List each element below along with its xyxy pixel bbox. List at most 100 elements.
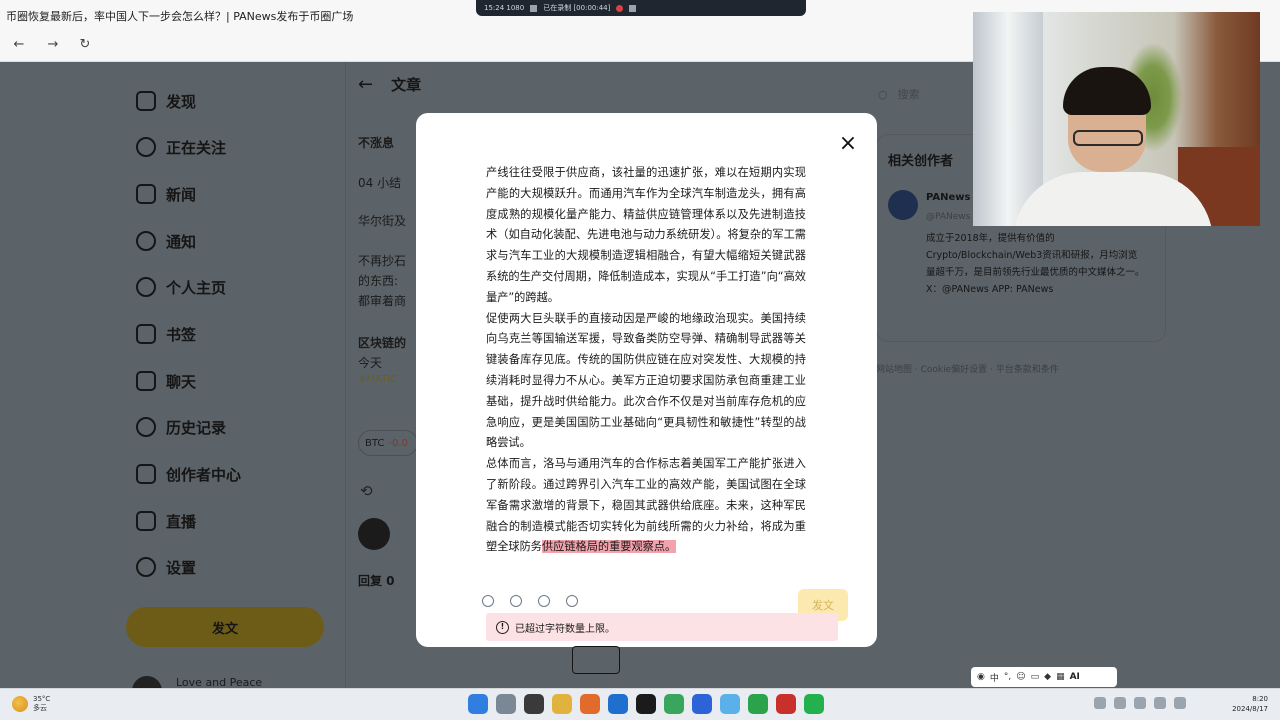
tray-expand-icon[interactable] [1094,697,1106,709]
toolbox-icon[interactable]: ▦ [1056,672,1065,682]
sidebar-item-live[interactable]: 直播 [136,506,196,536]
forward-button[interactable]: → [42,36,64,54]
compass-icon [136,91,156,111]
sidebar: 发现 正在关注 新闻 通知 个人主页 书签 聊天 历史记录 创作者中心 直播 设… [124,62,334,706]
sidebar-item-label: 新闻 [166,185,197,204]
screen-recorder-bar: 15:24 1080 已在录制 [00:00:44] [476,0,806,16]
coin-chip[interactable]: BTC -0.0 [358,430,418,456]
bell-icon [136,231,156,251]
clock[interactable]: 8:20 2024/8/17 [1222,694,1268,714]
sidebar-item-history[interactable]: 历史记录 [136,412,226,442]
back-button[interactable]: ← [8,36,30,54]
sidebar-item-bookmarks[interactable]: 书签 [136,319,196,349]
skin-icon[interactable]: ◆ [1044,672,1051,682]
emoji-icon[interactable] [510,595,522,607]
terminal-icon[interactable] [636,694,656,714]
link-icon[interactable] [538,595,550,607]
weather-widget[interactable]: 35°C 多云 [12,695,50,713]
sidebar-item-label: 创作者中心 [166,465,242,484]
compose-textarea[interactable]: 产线往往受限于供应商，该社量的迅速扩张，难以在短期内实现产能的大规模跃升。而通用… [486,163,806,555]
recorder-icon[interactable] [776,694,796,714]
avatar[interactable] [358,518,390,550]
ime-toolbar: ◉ 中 °, ☺ ▭ ◆ ▦ AI [971,667,1117,687]
app-icon[interactable] [804,694,824,714]
recorder-resolution: 15:24 1080 [484,4,525,12]
clock-icon [136,417,156,437]
gear-icon [136,557,156,577]
ime-logo-icon[interactable]: ◉ [977,672,985,682]
page-title: 文章 [391,76,422,94]
emoji-icon[interactable]: ☺ [1016,672,1025,682]
reply-count[interactable]: 回复 0 [358,572,395,589]
avatar[interactable] [888,190,918,220]
grid-icon [136,464,156,484]
back-arrow-icon[interactable]: ← [358,74,373,95]
close-icon[interactable]: × [837,133,859,155]
ime-mode-icon[interactable]: 中 [990,671,999,684]
search-icon[interactable] [496,694,516,714]
hashtag[interactable]: #MATIC [358,374,397,385]
ime-icon[interactable] [1134,697,1146,709]
sidebar-item-discover[interactable]: 发现 [136,86,196,116]
related-creators-title: 相关创作者 [888,154,954,169]
editor-toolbar [482,595,578,607]
task-view-icon[interactable] [524,694,544,714]
bookmark-icon [136,324,156,344]
sidebar-item-chat[interactable]: 聊天 [136,366,196,396]
sidebar-item-label: 历史记录 [166,418,227,437]
start-icon[interactable] [468,694,488,714]
webcam-person-glasses [1073,130,1143,146]
char-limit-warning: ! 已超过字符数量上限。 [486,613,838,641]
punctuation-icon[interactable]: °, [1004,672,1011,682]
warning-text: 已超过字符数量上限。 [515,623,615,635]
text-run: 总体而言，洛马与通用汽车的合作标志着美国军工产能扩张进入了新阶段。通过跨界引入汽… [486,457,806,554]
sidebar-item-label: 通知 [166,232,197,251]
wifi-icon[interactable] [1154,697,1166,709]
file-explorer-icon[interactable] [552,694,572,714]
sidebar-item-following[interactable]: 正在关注 [136,132,226,162]
repost-icon[interactable]: ⟲ [360,482,373,500]
wechat-icon[interactable] [748,694,768,714]
weather-icon [12,696,28,712]
text-paragraph: 促使两大巨头联手的直接动因是严峻的地缘政治现实。美国持续向乌克兰等国输送军援，导… [486,311,806,450]
pause-icon[interactable] [629,4,637,12]
stop-icon[interactable] [530,4,538,12]
sidebar-item-settings[interactable]: 设置 [136,552,196,582]
post-button[interactable]: 发文 [126,607,324,647]
article-header: ← 文章 [358,74,421,95]
clock-icon[interactable] [566,595,578,607]
search-input[interactable]: ○ 搜索 [878,86,920,102]
article-line: 华尔街及 [358,214,407,228]
tray-app-icon[interactable] [1114,697,1126,709]
image-icon[interactable] [482,595,494,607]
creator-handle: @PANews [926,212,971,222]
record-icon[interactable] [616,4,624,12]
refresh-button[interactable]: ↻ [74,36,96,54]
chrome-icon[interactable] [664,694,684,714]
app-icon[interactable] [692,694,712,714]
sidebar-item-profile[interactable]: 个人主页 [136,272,226,302]
video-icon [136,511,156,531]
info-icon: ! [496,620,509,634]
profile-icon [136,277,156,297]
creator-name[interactable]: PANews [926,192,971,203]
sidebar-item-creator-center[interactable]: 创作者中心 [136,459,241,489]
sidebar-item-news[interactable]: 新闻 [136,179,196,209]
article-line: 区块链的 [358,336,407,350]
article-line: 的东西: [358,274,399,288]
sidebar-item-notifications[interactable]: 通知 [136,226,196,256]
mail-icon [136,371,156,391]
keyboard-icon[interactable]: ▭ [1031,672,1040,682]
chat-bubble-icon[interactable] [572,646,620,674]
system-tray [1094,697,1186,709]
footer-links[interactable]: 网站地图 · Cookie偏好设置 · 平台条款和条件 [876,362,1059,375]
app-icon[interactable] [720,694,740,714]
page-tab-title[interactable]: 币圈恢复最新后，率中国人下一步会怎么样？| PANews发布于币圈广场 [6,8,353,24]
creator-description: 成立于2018年，提供有价值的Crypto/Blockchain/Web3资讯和… [926,233,1145,295]
app-icon[interactable] [580,694,600,714]
coin-change: -0.0 [388,437,408,449]
edge-icon[interactable] [608,694,628,714]
news-icon [136,184,156,204]
volume-icon[interactable] [1174,697,1186,709]
ai-button[interactable]: AI [1070,672,1080,682]
